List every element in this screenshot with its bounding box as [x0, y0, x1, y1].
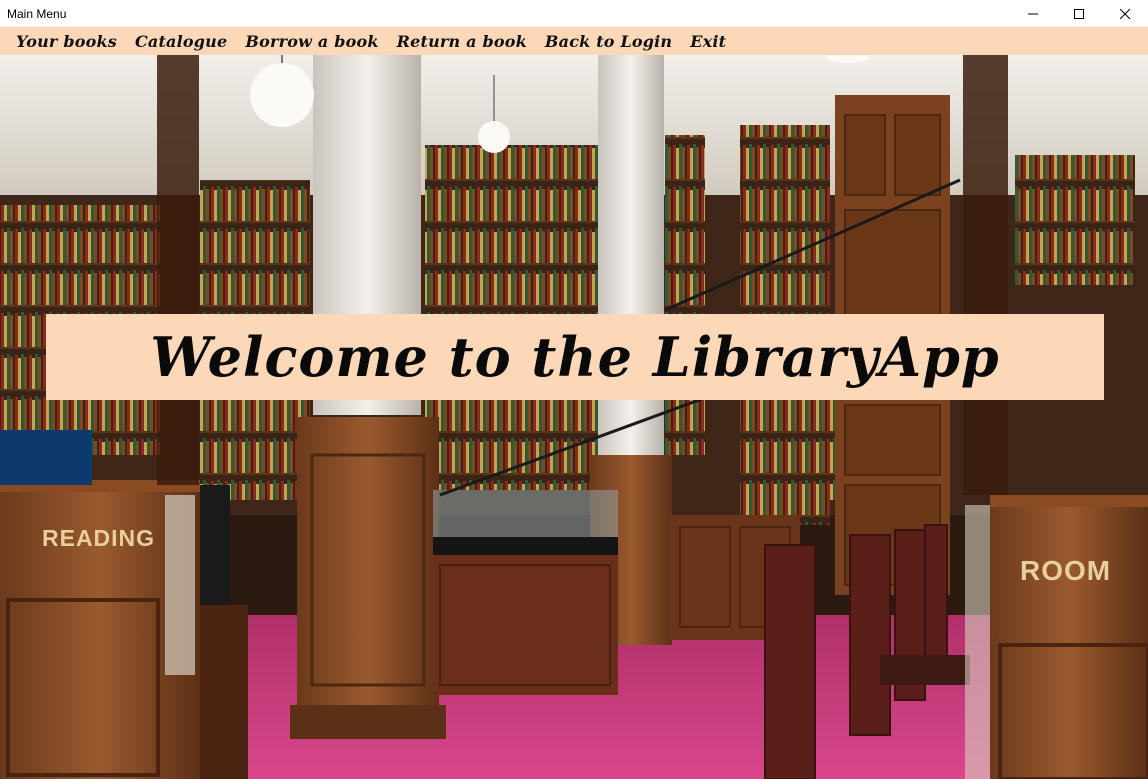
close-icon	[1120, 8, 1130, 19]
welcome-banner: Welcome to the LibraryApp	[46, 314, 1104, 400]
menu-item-return-book[interactable]: Return a book	[388, 32, 536, 51]
menu-item-exit[interactable]: Exit	[681, 32, 735, 51]
room-sign: ROOM	[1020, 555, 1112, 586]
menu-item-back-to-login[interactable]: Back to Login	[536, 32, 681, 51]
menu-item-borrow-book[interactable]: Borrow a book	[236, 32, 387, 51]
window-titlebar: Main Menu	[0, 0, 1148, 27]
menu-item-your-books[interactable]: Your books	[7, 32, 126, 51]
window-title: Main Menu	[7, 6, 67, 21]
welcome-title: Welcome to the LibraryApp	[150, 325, 1000, 389]
reading-sign: READING	[42, 525, 156, 551]
library-background-image: READING ROOM	[0, 55, 1148, 779]
maximize-icon	[1074, 8, 1084, 19]
minimize-icon	[1028, 13, 1038, 14]
maximize-button[interactable]	[1056, 0, 1102, 27]
main-menu-bar: Your books Catalogue Borrow a book Retur…	[0, 27, 1148, 55]
close-button[interactable]	[1102, 0, 1148, 27]
minimize-button[interactable]	[1010, 0, 1056, 27]
library-illustration	[0, 55, 1148, 779]
menu-item-catalogue[interactable]: Catalogue	[126, 32, 236, 51]
